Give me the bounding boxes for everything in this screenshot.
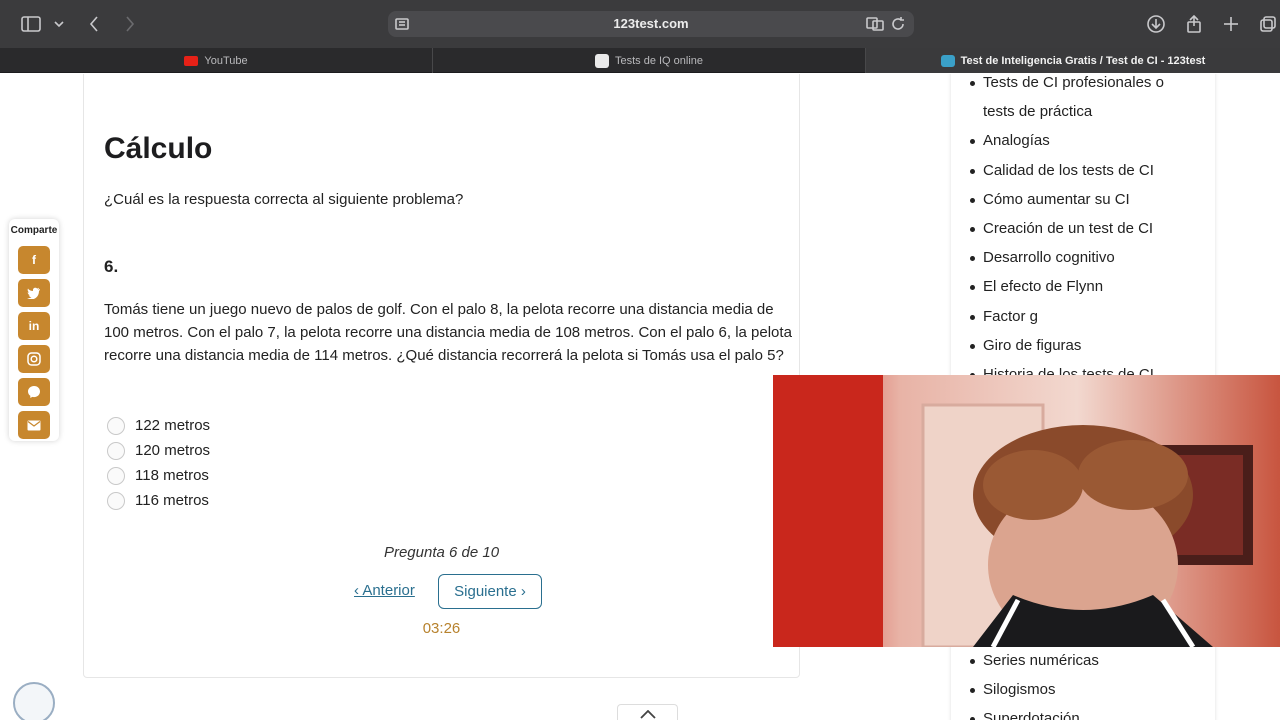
topic-link[interactable]: Series numéricas [970,646,1203,675]
email-icon[interactable] [18,411,50,439]
webcam-overlay [773,375,1280,647]
topic-link[interactable]: Creación de un test de CI [970,214,1203,243]
openai-icon [594,53,609,68]
share-icon[interactable] [1185,12,1203,36]
reload-icon[interactable] [890,16,906,32]
scroll-up-button[interactable] [617,704,678,720]
timer: 03:26 [422,620,461,637]
answer-option[interactable]: 118 metros [107,463,210,488]
radio-button[interactable] [107,416,125,435]
radio-button[interactable] [107,441,125,460]
question-progress: Pregunta 6 de 10 [383,544,500,561]
forward-icon[interactable] [122,12,138,36]
radio-button[interactable] [107,466,125,485]
tab-label: YouTube [204,54,248,67]
cookie-settings-icon[interactable] [13,682,55,720]
topic-link[interactable]: Factor g [970,302,1203,331]
chevron-up-icon [639,710,656,719]
previous-link[interactable]: ‹ Anterior [354,582,415,599]
tab-bar: YouTube Tests de IQ online Test de Intel… [0,48,1280,73]
option-label: 120 metros [135,442,211,459]
tab-iq-tests[interactable]: Tests de IQ online [433,48,866,73]
tab-overview-icon[interactable] [1259,12,1277,36]
back-icon[interactable] [86,12,102,36]
new-tab-icon[interactable] [1222,12,1240,36]
tab-label: Test de Inteligencia Gratis / Test de CI… [960,54,1206,67]
facebook-icon[interactable]: f [18,246,50,274]
option-label: 116 metros [135,492,209,509]
answer-option[interactable]: 122 metros [107,413,210,438]
page-content: Cálculo ¿Cuál es la respuesta correcta a… [0,74,1280,720]
radio-button[interactable] [107,491,125,510]
question-prompt: ¿Cuál es la respuesta correcta al siguie… [104,191,464,208]
topic-link[interactable]: Analogías [970,126,1203,155]
instagram-icon[interactable] [18,345,50,373]
next-button[interactable]: Siguiente › [438,574,542,609]
topic-link[interactable]: Tests de CI profesionales o [970,74,1203,97]
share-label: Comparte [10,225,58,236]
browser-toolbar: 123test.com [0,0,1280,48]
question-number: 6. [104,257,119,276]
webcam-image [773,375,1280,647]
topic-link[interactable]: El efecto de Flynn [970,272,1203,301]
sidebar-toggle-icon[interactable] [20,12,42,36]
problem-text: Tomás tiene un juego nuevo de palos de g… [104,301,792,364]
topic-link[interactable]: Desarrollo cognitivo [970,243,1203,272]
topic-link[interactable]: Cómo aumentar su CI [970,185,1203,214]
topic-link[interactable]: Silogismos [970,675,1203,704]
tab-label: Tests de IQ online [614,54,704,67]
topic-link[interactable]: Giro de figuras [970,331,1203,360]
share-bar: Comparte f in [9,219,59,441]
option-label: 118 metros [135,467,209,484]
answer-option[interactable]: 120 metros [107,438,210,463]
answer-option[interactable]: 116 metros [107,488,210,513]
topics-list-bottom: Series numéricas Silogismos Superdotació… [970,646,1203,720]
option-label: 122 metros [135,417,211,434]
translate-icon[interactable] [866,16,884,32]
topic-link[interactable]: tests de práctica [983,97,1203,126]
answer-options: 122 metros 120 metros 118 metros 116 met… [107,413,210,513]
twitter-icon[interactable] [18,279,50,307]
section-title: Cálculo [104,132,213,165]
123test-icon [940,54,955,67]
url-text: 123test.com [613,16,689,31]
linkedin-icon[interactable]: in [18,312,50,340]
tab-123test[interactable]: Test de Inteligencia Gratis / Test de CI… [866,48,1280,73]
download-icon[interactable] [1146,12,1166,36]
tab-youtube[interactable]: YouTube [0,48,433,73]
topics-list: Tests de CI profesionales o tests de prá… [970,74,1203,389]
youtube-icon [184,55,199,66]
messenger-icon[interactable] [18,378,50,406]
chevron-down-icon[interactable] [52,12,66,36]
topic-link[interactable]: Calidad de los tests de CI [970,156,1203,185]
address-bar[interactable]: 123test.com [388,11,914,37]
topic-link[interactable]: Superdotación [970,704,1203,720]
